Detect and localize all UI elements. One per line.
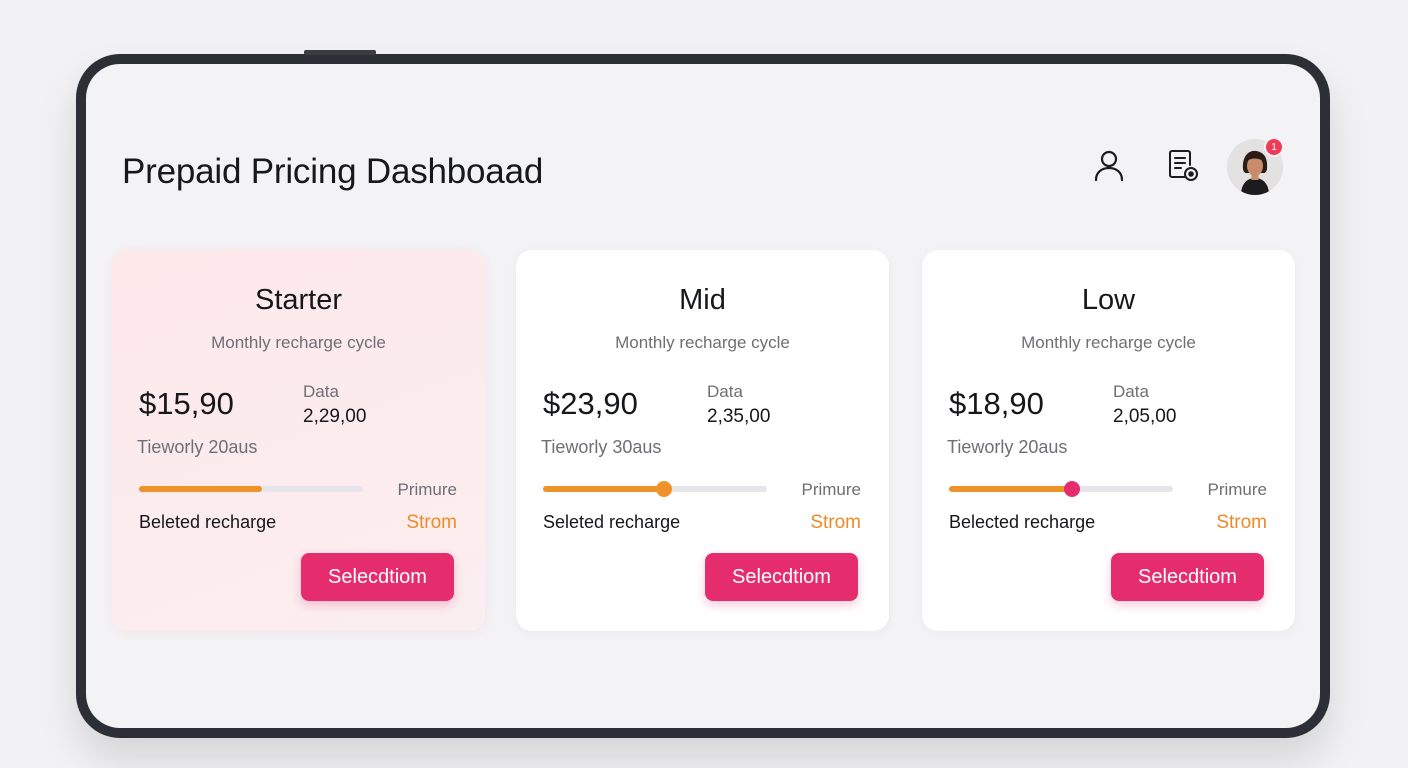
- usage-slider-handle[interactable]: [655, 481, 672, 497]
- usage-slider[interactable]: [543, 481, 767, 497]
- plan-card-starter[interactable]: Starter Monthly recharge cycle $15,90 Da…: [112, 250, 485, 631]
- plan-name: Mid: [679, 284, 726, 316]
- plan-subtitle: Monthly recharge cycle: [211, 333, 386, 352]
- usage-slider-handle[interactable]: [1064, 481, 1081, 497]
- data-value: 2,05,00: [1113, 406, 1177, 427]
- plan-term: Tieworly 30aus: [541, 437, 662, 457]
- prime-label: Primure: [801, 480, 861, 499]
- data-value: 2,29,00: [303, 406, 367, 427]
- prime-label: Primure: [1207, 480, 1267, 499]
- status-label: Strom: [406, 512, 457, 533]
- plan-name: Starter: [254, 284, 343, 316]
- plan-price: $18,90: [949, 386, 1044, 421]
- select-button[interactable]: Selecdtiom: [301, 553, 454, 601]
- user-icon: [1091, 147, 1127, 188]
- usage-slider-fill: [949, 486, 1073, 492]
- data-value: 2,35,00: [707, 406, 771, 427]
- page-title: Prepaid Pricing Dashboaad: [122, 152, 544, 191]
- select-button[interactable]: Selecdtiom: [1111, 553, 1264, 601]
- document-settings-icon: [1164, 147, 1200, 188]
- plan-card-low[interactable]: Low Monthly recharge cycle $18,90 Data 2…: [922, 250, 1295, 631]
- prime-label: Primure: [397, 480, 457, 499]
- notification-badge: 1: [1264, 137, 1284, 157]
- status-label: Strom: [810, 512, 861, 533]
- data-label: Data: [303, 382, 339, 401]
- plan-card-mid[interactable]: Mid Monthly recharge cycle $23,90 Data 2…: [516, 250, 889, 631]
- select-button[interactable]: Selecdtiom: [705, 553, 858, 601]
- data-label: Data: [707, 382, 743, 401]
- plan-price: $15,90: [139, 386, 234, 421]
- plan-term: Tieworly 20aus: [947, 437, 1068, 457]
- user-profile-button[interactable]: [1089, 147, 1129, 187]
- device-wrapper: Prepaid Pricing Dashboaad 1 Starter Mont…: [76, 54, 1330, 738]
- plan-subtitle: Monthly recharge cycle: [615, 333, 790, 352]
- usage-slider[interactable]: [949, 481, 1173, 497]
- status-label: Strom: [1216, 512, 1267, 533]
- recharge-label: Seleted recharge: [543, 512, 681, 532]
- reports-button[interactable]: [1162, 147, 1202, 187]
- plan-name: Low: [1081, 284, 1136, 316]
- dashboard-screen: Prepaid Pricing Dashboaad 1 Starter Mont…: [86, 64, 1320, 728]
- usage-slider[interactable]: [139, 486, 363, 492]
- plan-term: Tieworly 20aus: [137, 437, 258, 457]
- usage-slider-fill: [543, 486, 664, 492]
- usage-slider-fill: [139, 486, 263, 492]
- data-label: Data: [1113, 382, 1149, 401]
- recharge-label: Beleted recharge: [139, 512, 277, 532]
- recharge-label: Belected recharge: [949, 512, 1096, 532]
- plan-subtitle: Monthly recharge cycle: [1021, 333, 1196, 352]
- plan-price: $23,90: [543, 386, 638, 421]
